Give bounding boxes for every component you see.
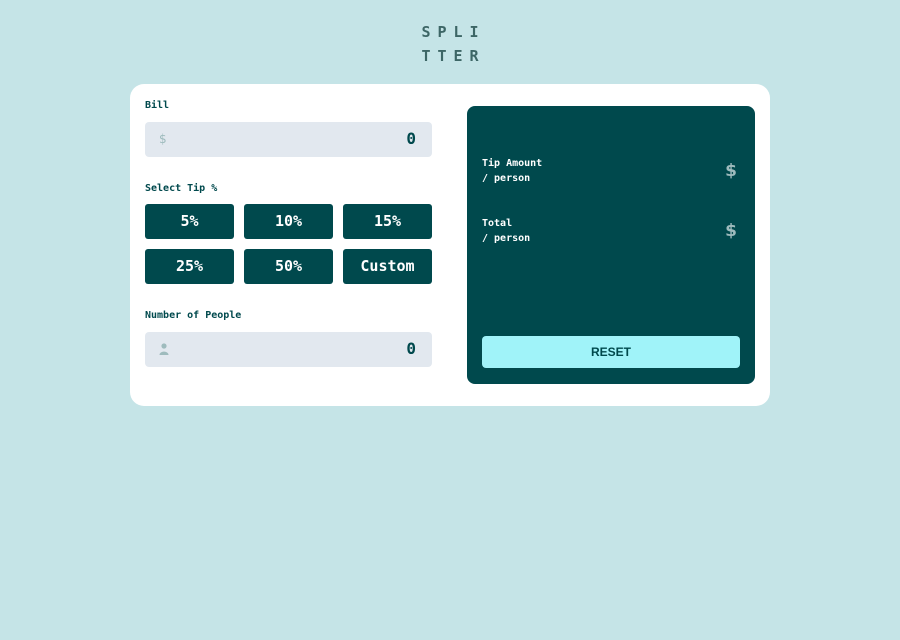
bill-label: Bill	[145, 100, 170, 111]
tip-amount-label: Tip Amount / person	[482, 156, 542, 186]
total-label-main: Total	[482, 218, 513, 229]
reset-button[interactable]: RESET	[482, 336, 740, 368]
tip-button-10[interactable]: 10%	[244, 204, 333, 239]
tip-amount-label-main: Tip Amount	[482, 158, 543, 169]
tip-amount-value: $	[725, 161, 737, 181]
logo-line-1: SPLI	[421, 23, 486, 41]
app-logo: SPLI TTER	[0, 20, 900, 68]
people-value: 0	[406, 339, 416, 358]
logo-line-2: TTER	[421, 47, 486, 65]
select-tip-label: Select Tip %	[145, 183, 218, 194]
tip-button-15[interactable]: 15%	[343, 204, 432, 239]
results-panel: Tip Amount / person $ Total / person $ R…	[467, 106, 755, 384]
tip-custom-button[interactable]: Custom	[343, 249, 432, 284]
tip-button-25[interactable]: 25%	[145, 249, 234, 284]
people-label: Number of People	[145, 310, 242, 321]
people-input[interactable]: 0	[145, 332, 432, 367]
dollar-icon: $	[159, 132, 167, 146]
person-icon	[159, 343, 169, 355]
calculator-card: Bill $ 0 Select Tip % 5% 10% 15% 25% 50%…	[130, 84, 770, 406]
total-label: Total / person	[482, 216, 530, 246]
total-label-sub: / person	[482, 233, 531, 244]
tip-button-5[interactable]: 5%	[145, 204, 234, 239]
bill-input[interactable]: $ 0	[145, 122, 432, 157]
tip-button-50[interactable]: 50%	[244, 249, 333, 284]
bill-value: 0	[406, 129, 416, 148]
tip-amount-label-sub: / person	[482, 173, 531, 184]
total-value: $	[725, 221, 737, 241]
